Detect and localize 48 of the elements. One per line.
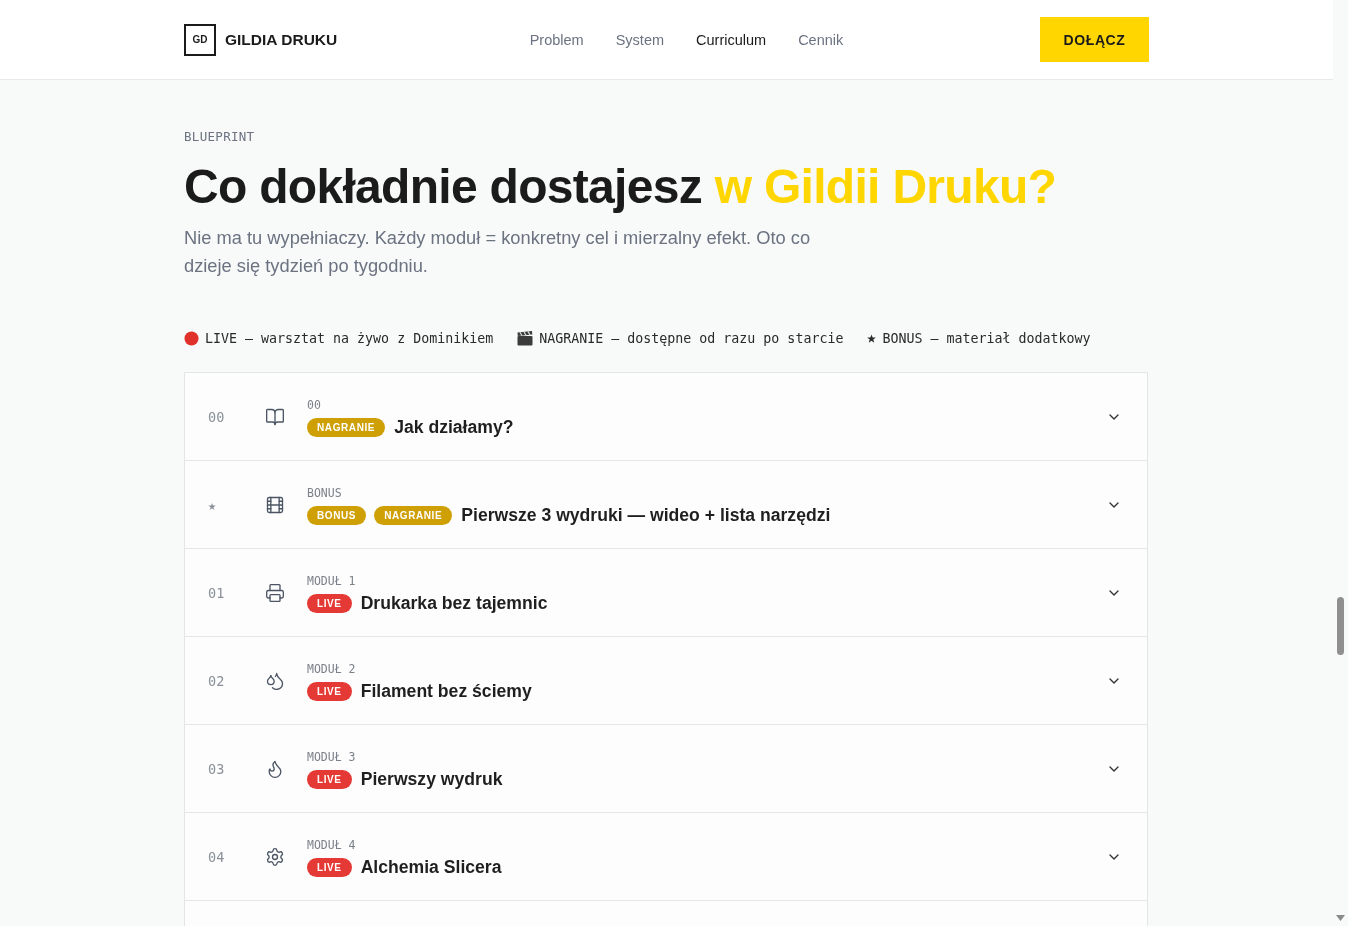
legend-text: BONUS — materiał dodatkowy xyxy=(882,331,1091,346)
brand-name: GILDIA DRUKU xyxy=(225,30,338,49)
legend-text: LIVE — warsztat na żywo z Dominikiem xyxy=(205,331,494,346)
module-title: Alchemia Slicera xyxy=(360,856,502,878)
module-title: Pierwszy wydruk xyxy=(360,768,503,790)
nav-link[interactable]: Problem xyxy=(529,31,584,48)
type-badge: BONUS xyxy=(307,505,367,525)
type-badge: LIVE xyxy=(307,593,352,613)
nav-link[interactable]: Cennik xyxy=(798,31,844,48)
section-eyebrow: BLUEPRINT xyxy=(184,129,255,144)
module-number: 02 xyxy=(207,672,226,689)
gear-icon xyxy=(265,846,285,867)
module-title: Jak działamy? xyxy=(394,416,514,438)
module-label: MODUŁ 2 xyxy=(307,661,356,676)
module-number: 04 xyxy=(207,848,226,865)
type-badge: LIVE xyxy=(307,681,352,701)
module-label: BONUS xyxy=(307,485,342,500)
film-icon xyxy=(265,494,285,515)
nav-link[interactable]: System xyxy=(615,31,665,48)
type-badge: NAGRANIE xyxy=(374,505,453,525)
scrollbar-thumb[interactable] xyxy=(1337,597,1344,655)
module-number: 00 xyxy=(207,408,226,425)
join-button[interactable]: DOŁĄCZ xyxy=(1040,17,1149,62)
type-badge: LIVE xyxy=(307,769,352,789)
module-label: MODUŁ 3 xyxy=(307,749,356,764)
nav-link[interactable]: Curriculum xyxy=(696,31,767,48)
module-number: 03 xyxy=(207,760,226,777)
module-label: MODUŁ 1 xyxy=(307,573,356,588)
scroll-down-arrow-icon[interactable] xyxy=(1336,915,1345,921)
star-icon xyxy=(867,334,877,343)
printer-icon xyxy=(265,582,285,603)
section-subtitle: Nie ma tu wypełniaczy. Każdy moduł = konkretny cel i mierzalny efekt. Oto co dzieje się tydzień po tygodniu. xyxy=(184,226,812,278)
legend-text: NAGRANIE — dostępne od razu po starcie xyxy=(539,331,844,346)
module-label: 00 xyxy=(307,397,321,412)
module-title: Pierwsze 3 wydruki — wideo + lista narzędzi xyxy=(461,504,831,526)
type-badge: NAGRANIE xyxy=(307,417,386,437)
droplets-icon xyxy=(265,670,285,691)
page-heading: Co dokładnie dostajesz w Gildii Druku? xyxy=(184,159,1057,215)
module-title: Drukarka bez tajemnic xyxy=(360,592,548,614)
logo-mark[interactable]: GD xyxy=(184,23,216,56)
clapperboard-icon xyxy=(517,331,534,346)
module-label: MODUŁ 4 xyxy=(307,837,356,852)
live-dot-icon xyxy=(184,331,199,346)
type-badge: LIVE xyxy=(307,857,352,877)
module-number: 01 xyxy=(207,584,226,601)
book-icon xyxy=(265,406,285,427)
module-title: Filament bez ściemy xyxy=(360,680,532,702)
module-number: ★ xyxy=(207,496,218,513)
